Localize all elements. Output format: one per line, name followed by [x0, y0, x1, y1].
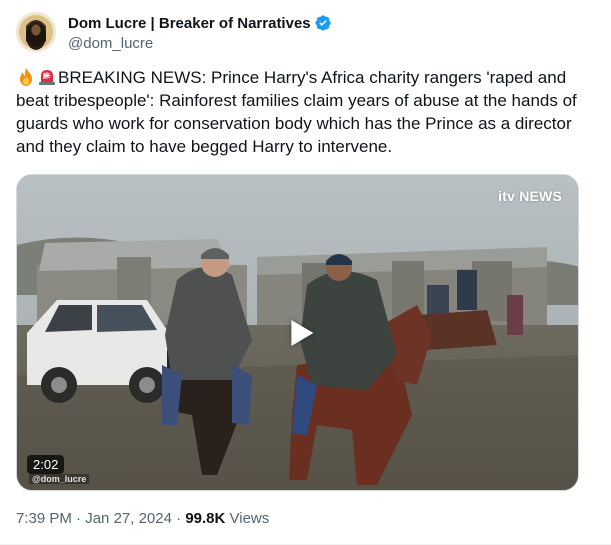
video-duration: 2:02 — [27, 455, 65, 474]
name-row: Dom Lucre | Breaker of Narratives — [68, 13, 332, 33]
tweet-body-text: BREAKING NEWS: Prince Harry's Africa cha… — [16, 68, 577, 156]
meta-separator: · — [71, 510, 86, 527]
tweet-date[interactable]: Jan 27, 2024 — [85, 510, 172, 527]
corner-watermark: @dom_lucre — [29, 474, 90, 484]
video-player[interactable]: itv NEWS 2:02 @dom_lucre — [16, 174, 579, 491]
itv-news-watermark: itv NEWS — [498, 188, 562, 204]
avatar-image — [16, 12, 56, 52]
tweet-time[interactable]: 7:39 PM — [16, 510, 72, 527]
views-label: Views — [225, 510, 270, 527]
views-count: 99.8K — [185, 510, 226, 527]
tweet-meta: 7:39 PM · Jan 27, 2024 · 99.8K Views — [16, 510, 269, 527]
author-display-name[interactable]: Dom Lucre | Breaker of Narratives — [68, 15, 311, 32]
author-handle[interactable]: @dom_lucre — [68, 35, 332, 52]
tweet-card[interactable]: Dom Lucre | Breaker of Narratives @dom_l… — [0, 0, 611, 545]
verified-badge-icon[interactable] — [314, 14, 332, 32]
avatar[interactable] — [16, 12, 56, 52]
tweet-text: BREAKING NEWS: Prince Harry's Africa cha… — [16, 66, 596, 158]
police-light-emoji-icon — [39, 70, 55, 85]
author-block: Dom Lucre | Breaker of Narratives @dom_l… — [68, 13, 332, 52]
play-button-icon[interactable] — [290, 319, 313, 346]
meta-separator: · — [171, 510, 186, 527]
fire-emoji-icon — [20, 68, 32, 86]
